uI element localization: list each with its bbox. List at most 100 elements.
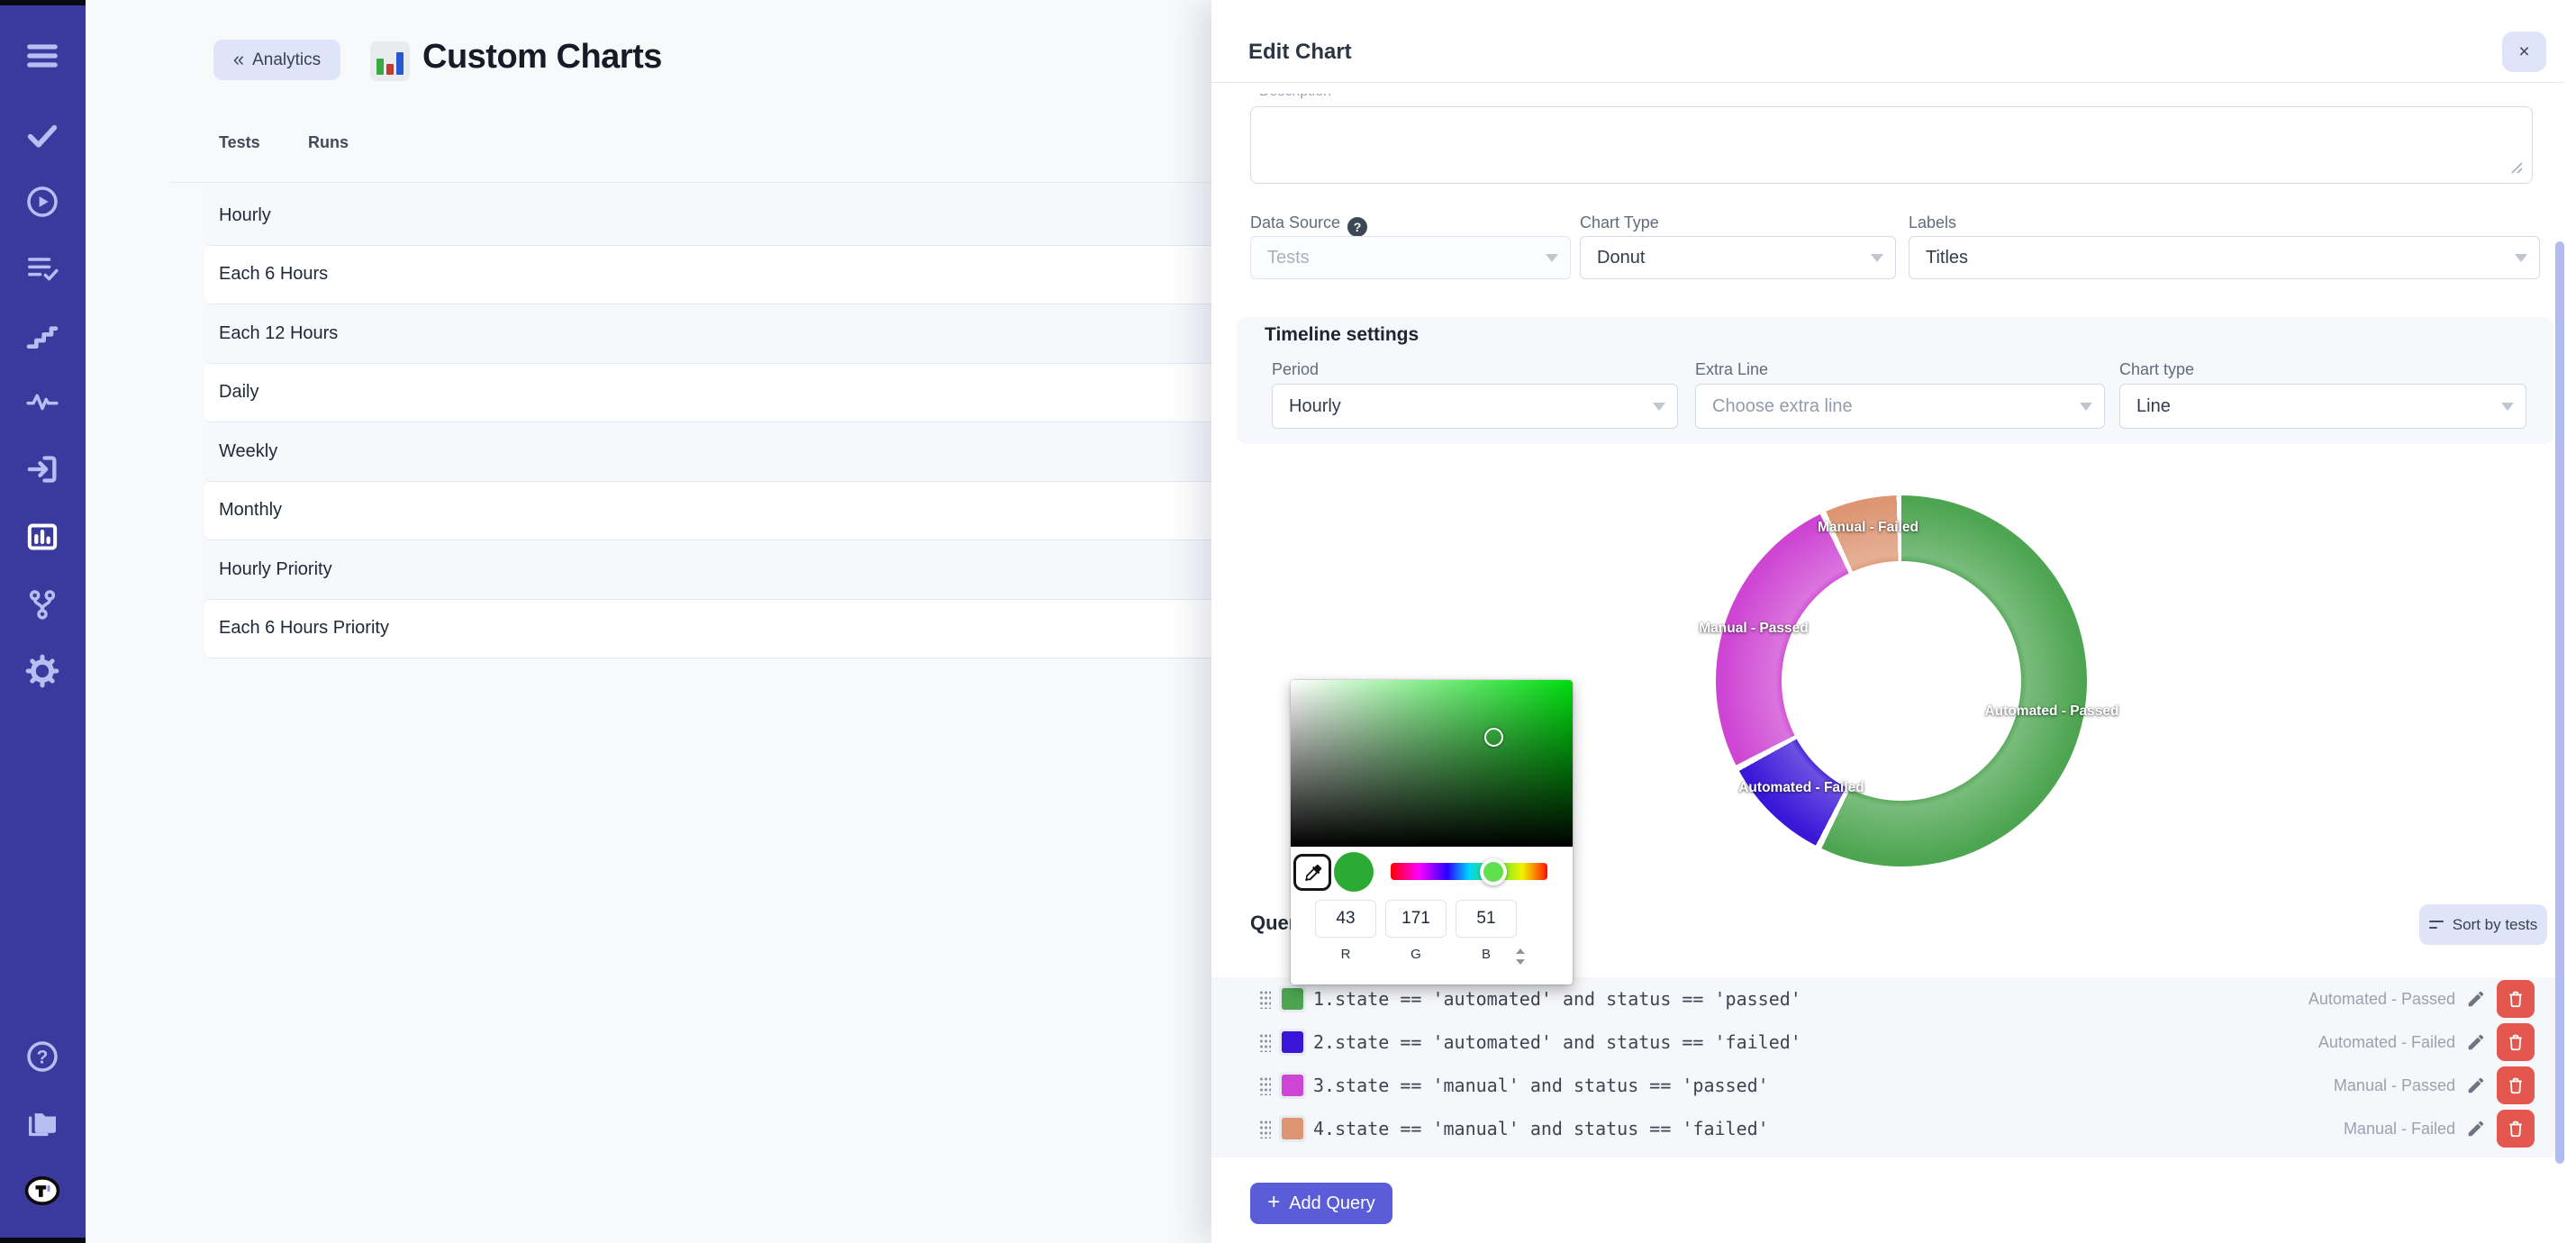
app: ? « Analytics Custom Charts <box>0 0 2576 1243</box>
list-item-monthly[interactable]: Monthly <box>204 482 1296 541</box>
query-expression[interactable]: 1.state == 'automated' and status == 'pa… <box>1313 988 2308 1010</box>
hue-handle[interactable] <box>1480 858 1507 885</box>
query-expression[interactable]: 2.state == 'automated' and status == 'fa… <box>1313 1031 2318 1053</box>
drawer-header-divider <box>1211 82 2563 83</box>
tabs-divider <box>171 182 1297 183</box>
help-circle-icon[interactable]: ? <box>23 1037 62 1076</box>
sort-by-tests-button[interactable]: Sort by tests <box>2419 904 2547 945</box>
drawer-close-button[interactable]: × <box>2502 32 2546 72</box>
chevron-down-icon <box>2515 254 2527 262</box>
chart-description-textarea[interactable] <box>1250 106 2533 184</box>
tab-tests[interactable]: Tests <box>219 133 260 152</box>
donut-chart: Automated - Passed Automated - Failed Ma… <box>1716 495 2087 866</box>
testomat-logo[interactable] <box>23 1171 62 1211</box>
timeline-chart-type-label: Chart type <box>2119 360 2194 379</box>
saturation-area[interactable] <box>1291 680 1573 847</box>
pulse-activity-icon[interactable] <box>23 382 62 422</box>
back-chevrons-icon: « <box>233 50 244 69</box>
top-edge <box>0 0 86 5</box>
blue-input[interactable] <box>1456 900 1517 938</box>
chart-type-label: Chart Type <box>1580 213 1659 232</box>
delete-query-button[interactable] <box>2497 1110 2535 1148</box>
query-color-swatch[interactable] <box>1279 1072 1306 1099</box>
color-mode-toggle[interactable] <box>1512 947 1528 966</box>
query-title: Manual - Passed <box>2334 1076 2455 1095</box>
clipped-field-label: Description <box>1259 94 1457 103</box>
query-row-2: 2.state == 'automated' and status == 'fa… <box>1211 1021 2563 1064</box>
settings-gear-icon[interactable] <box>23 651 62 691</box>
labels-label: Labels <box>1909 213 1956 232</box>
delete-query-button[interactable] <box>2497 1066 2535 1104</box>
list-item-daily[interactable]: Daily <box>204 364 1296 423</box>
list-item-each-6-hours-priority[interactable]: Each 6 Hours Priority <box>204 600 1296 659</box>
bottom-edge <box>0 1238 86 1243</box>
labels-select[interactable]: Titles <box>1909 236 2540 279</box>
runs-play-icon[interactable] <box>23 182 62 222</box>
query-color-swatch[interactable] <box>1279 1029 1306 1056</box>
green-input[interactable] <box>1385 900 1447 938</box>
drag-handle-icon[interactable] <box>1259 990 1271 1009</box>
back-to-analytics-button[interactable]: « Analytics <box>213 40 340 80</box>
slice-label-automated-passed: Automated - Passed <box>1984 703 2118 720</box>
query-row-4: 4.state == 'manual' and status == 'faile… <box>1211 1107 2563 1150</box>
list-item-each-6-hours[interactable]: Each 6 Hours <box>204 246 1296 305</box>
import-icon[interactable] <box>23 449 62 489</box>
extra-line-label: Extra Line <box>1695 360 1768 379</box>
drag-handle-icon[interactable] <box>1259 1033 1271 1052</box>
query-title: Automated - Passed <box>2308 990 2455 1009</box>
query-color-swatch[interactable] <box>1279 985 1306 1012</box>
list-item-each-12-hours[interactable]: Each 12 Hours <box>204 304 1296 364</box>
query-expression[interactable]: 3.state == 'manual' and status == 'passe… <box>1313 1075 2334 1096</box>
analytics-bar-chart-icon[interactable] <box>23 517 62 557</box>
current-color-swatch <box>1334 852 1374 892</box>
timeline-chart-type-select[interactable]: Line <box>2119 384 2526 429</box>
drag-handle-icon[interactable] <box>1259 1076 1271 1095</box>
chart-type-select[interactable]: Donut <box>1580 236 1896 279</box>
slice-label-automated-failed: Automated - Failed <box>1738 780 1864 796</box>
period-select[interactable]: Hourly <box>1272 384 1678 429</box>
list-item-hourly-priority[interactable]: Hourly Priority <box>204 540 1296 600</box>
delete-query-button[interactable] <box>2497 1023 2535 1061</box>
query-title: Automated - Failed <box>2318 1033 2455 1052</box>
edit-pencil-icon[interactable] <box>2466 989 2486 1009</box>
icon-sidebar: ? <box>0 0 86 1243</box>
milestones-stairs-icon[interactable] <box>23 316 62 356</box>
extra-line-select[interactable]: Choose extra line <box>1695 384 2105 429</box>
page-title: Custom Charts <box>422 38 662 77</box>
tab-runs[interactable]: Runs <box>308 133 349 152</box>
list-item-weekly[interactable]: Weekly <box>204 422 1296 482</box>
textarea-resize-handle[interactable] <box>2509 160 2524 175</box>
saturation-cursor[interactable] <box>1484 728 1503 747</box>
delete-query-button[interactable] <box>2497 980 2535 1018</box>
query-color-swatch[interactable] <box>1279 1115 1306 1142</box>
custom-charts-panel: « Analytics Custom Charts × Tests Runs H… <box>86 0 1211 1243</box>
chevron-down-icon <box>1871 254 1883 262</box>
red-input[interactable] <box>1315 900 1376 938</box>
sort-icon <box>2429 920 2444 930</box>
eyedropper-button[interactable] <box>1293 854 1331 891</box>
tests-check-icon[interactable] <box>23 115 62 155</box>
edit-pencil-icon[interactable] <box>2466 1032 2486 1052</box>
menu-icon[interactable] <box>23 36 62 76</box>
color-picker-popover: R G B <box>1291 680 1573 984</box>
period-label: Period <box>1272 360 1319 379</box>
drawer-scrollbar-thumb[interactable] <box>2555 241 2564 1164</box>
edit-pencil-icon[interactable] <box>2466 1119 2486 1139</box>
green-label: G <box>1385 947 1447 962</box>
projects-folder-icon[interactable] <box>23 1103 62 1143</box>
back-button-label: Analytics <box>252 50 321 70</box>
data-source-help-icon[interactable]: ? <box>1347 217 1367 237</box>
add-query-button[interactable]: + Add Query <box>1250 1183 1392 1224</box>
test-plans-list-check-icon[interactable] <box>23 249 62 288</box>
hue-slider[interactable] <box>1391 863 1547 880</box>
query-title: Manual - Failed <box>2344 1120 2455 1139</box>
edit-pencil-icon[interactable] <box>2466 1075 2486 1095</box>
query-expression[interactable]: 4.state == 'manual' and status == 'faile… <box>1313 1118 2344 1139</box>
data-source-select: Tests <box>1250 236 1571 279</box>
chevron-down-icon <box>2501 403 2514 411</box>
list-item-hourly[interactable]: Hourly <box>204 186 1296 246</box>
data-source-label: Data Source? <box>1250 213 1367 237</box>
drag-handle-icon[interactable] <box>1259 1120 1271 1139</box>
timeline-settings-title: Timeline settings <box>1265 324 1419 346</box>
branches-icon[interactable] <box>23 585 62 624</box>
